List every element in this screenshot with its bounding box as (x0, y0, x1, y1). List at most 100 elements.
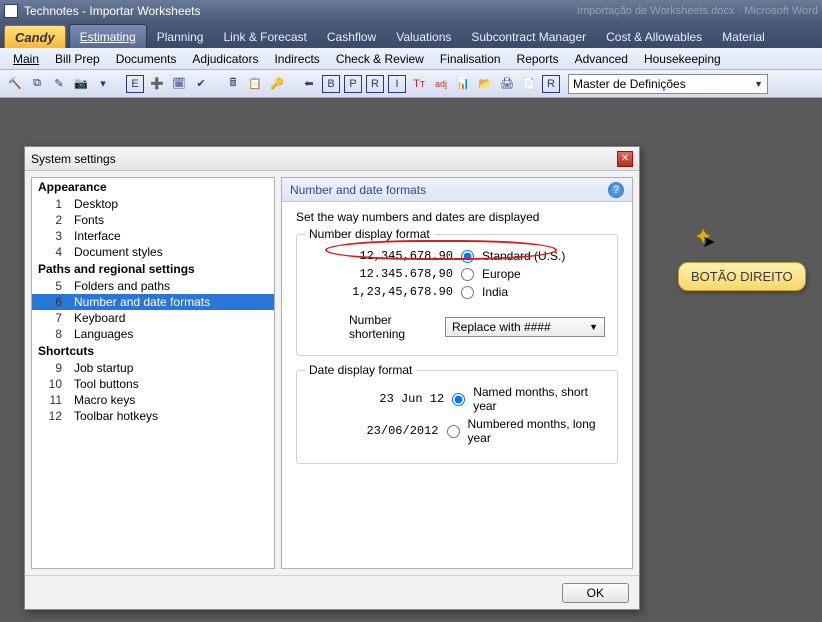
option-standard-us[interactable]: 12,345,678.90 Standard (U.S.) (309, 249, 605, 263)
date-format-label: Date display format (305, 363, 416, 377)
menu-check-review[interactable]: Check & Review (329, 50, 431, 68)
tree-item-interface[interactable]: 3Interface (32, 228, 274, 244)
tool-e-icon[interactable]: E (126, 75, 144, 93)
tree-item-desktop[interactable]: 1Desktop (32, 196, 274, 212)
content-heading-bar: Number and date formats ? (282, 178, 632, 202)
tool-calendar-icon[interactable]: 🗓 (170, 75, 188, 93)
tool-r2-icon[interactable]: R (542, 75, 560, 93)
tool-pencil-icon[interactable]: ✎ (50, 75, 68, 93)
tree-item-languages[interactable]: 8Languages (32, 326, 274, 342)
settings-tree: Appearance 1Desktop 2Fonts 3Interface 4D… (31, 177, 275, 569)
tree-item-tool-buttons[interactable]: 10Tool buttons (32, 376, 274, 392)
tool-folder-icon[interactable]: 📂 (476, 75, 494, 93)
tool-check-icon[interactable]: ✔ (192, 75, 210, 93)
tab-valuations[interactable]: Valuations (386, 25, 461, 48)
system-settings-dialog: System settings ✕ Appearance 1Desktop 2F… (24, 146, 640, 610)
tool-tt-icon[interactable]: Tᴛ (410, 75, 428, 93)
tab-link-forecast[interactable]: Link & Forecast (213, 25, 316, 48)
tab-estimating[interactable]: Estimating (69, 24, 147, 48)
combo-value: Master de Definições (573, 77, 686, 91)
tab-planning[interactable]: Planning (147, 25, 214, 48)
tool-i-icon[interactable]: I (388, 75, 406, 93)
menu-advanced[interactable]: Advanced (568, 50, 635, 68)
tool-calc-icon[interactable]: 🖩 (224, 75, 242, 93)
tree-item-fonts[interactable]: 2Fonts (32, 212, 274, 228)
number-format-label: Number display format (305, 227, 434, 241)
tool-p-icon[interactable]: P (344, 75, 362, 93)
menu-bill-prep[interactable]: Bill Prep (48, 50, 107, 68)
menu-finalisation[interactable]: Finalisation (433, 50, 508, 68)
content-description: Set the way numbers and dates are displa… (296, 210, 618, 224)
tab-cost-allowables[interactable]: Cost & Allowables (596, 25, 712, 48)
tab-cashflow[interactable]: Cashflow (317, 25, 386, 48)
radio-india[interactable] (461, 286, 474, 299)
menu-bar: Main Bill Prep Documents Adjudicators In… (0, 48, 822, 70)
tool-key-icon[interactable]: 🔑 (268, 75, 286, 93)
content-heading: Number and date formats (290, 183, 426, 197)
option-numbered-months[interactable]: 23/06/2012 Numbered months, long year (309, 417, 605, 445)
menu-indirects[interactable]: Indirects (267, 50, 326, 68)
tree-item-number-date-formats[interactable]: 6Number and date formats (32, 294, 274, 310)
menu-main[interactable]: Main (6, 50, 46, 68)
option-india[interactable]: 1,23,45,678.90 India (309, 285, 605, 299)
tool-r-icon[interactable]: R (366, 75, 384, 93)
date-format-group: Date display format 23 Jun 12 Named mont… (296, 370, 618, 464)
tool-chart-icon[interactable]: 📊 (454, 75, 472, 93)
tool-copy2-icon[interactable]: 📋 (246, 75, 264, 93)
option-named-months[interactable]: 23 Jun 12 Named months, short year (309, 385, 605, 413)
tool-print-icon[interactable]: 🖨 (498, 75, 516, 93)
tree-item-document-styles[interactable]: 4Document styles (32, 244, 274, 260)
annotation-balloon: BOTÃO DIREITO (678, 262, 806, 291)
tree-item-keyboard[interactable]: 7Keyboard (32, 310, 274, 326)
tab-subcontract-manager[interactable]: Subcontract Manager (461, 25, 596, 48)
tree-item-macro-keys[interactable]: 11Macro keys (32, 392, 274, 408)
tool-copy-icon[interactable]: ⧉ (28, 75, 46, 93)
master-definitions-combo[interactable]: Master de Definições ▼ (568, 74, 768, 94)
workspace: System settings ✕ Appearance 1Desktop 2F… (0, 98, 822, 622)
tree-item-job-startup[interactable]: 9Job startup (32, 360, 274, 376)
tree-heading-paths: Paths and regional settings (32, 260, 274, 278)
tab-material[interactable]: Material (712, 25, 775, 48)
tool-back-icon[interactable]: ⬅ (300, 75, 318, 93)
title-bar: Technotes - Importar Worksheets Importaç… (0, 0, 822, 22)
ok-button[interactable]: OK (562, 583, 629, 603)
tool-b-icon[interactable]: B (322, 75, 340, 93)
menu-documents[interactable]: Documents (109, 50, 184, 68)
dialog-title: System settings (31, 152, 617, 166)
menu-reports[interactable]: Reports (510, 50, 566, 68)
radio-europe[interactable] (461, 268, 474, 281)
dialog-title-bar: System settings ✕ (25, 147, 639, 171)
radio-standard-us[interactable] (461, 250, 474, 263)
window-title: Technotes - Importar Worksheets (24, 4, 201, 18)
brand-tab[interactable]: Candy (4, 25, 66, 48)
tool-adj-icon[interactable]: adj (432, 75, 450, 93)
dialog-footer: OK (25, 575, 639, 609)
chevron-down-icon: ▼ (589, 322, 598, 332)
background-app-hint: Importação de Worksheets.docx · Microsof… (577, 5, 818, 17)
tool-plus-icon[interactable]: ➕ (148, 75, 166, 93)
shortening-label: Number shortening (349, 313, 435, 341)
app-icon (4, 4, 18, 18)
menu-adjudicators[interactable]: Adjudicators (185, 50, 265, 68)
settings-content: Number and date formats ? Set the way nu… (281, 177, 633, 569)
number-shortening-select[interactable]: Replace with #### ▼ (445, 317, 605, 337)
help-icon[interactable]: ? (608, 182, 624, 198)
tool-dropdown-icon[interactable]: ▾ (94, 75, 112, 93)
tool-hammer-icon[interactable]: 🔨 (6, 75, 24, 93)
module-tab-row: Candy Estimating Planning Link & Forecas… (0, 22, 822, 48)
menu-housekeeping[interactable]: Housekeeping (637, 50, 728, 68)
toolbar: 🔨 ⧉ ✎ 📷 ▾ E ➕ 🗓 ✔ 🖩 📋 🔑 ⬅ B P R I Tᴛ adj… (0, 70, 822, 98)
tree-heading-shortcuts: Shortcuts (32, 342, 274, 360)
cursor-arrow-icon: ➤ (702, 232, 715, 252)
close-button[interactable]: ✕ (617, 151, 633, 167)
tool-page-icon[interactable]: 📄 (520, 75, 538, 93)
click-burst-icon: ✦ (694, 224, 712, 250)
tree-item-toolbar-hotkeys[interactable]: 12Toolbar hotkeys (32, 408, 274, 424)
radio-named-months[interactable] (452, 393, 465, 406)
radio-numbered-months[interactable] (447, 425, 460, 438)
tree-item-folders[interactable]: 5Folders and paths (32, 278, 274, 294)
tool-camera-icon[interactable]: 📷 (72, 75, 90, 93)
chevron-down-icon: ▼ (754, 79, 763, 89)
tree-heading-appearance: Appearance (32, 178, 274, 196)
option-europe[interactable]: 12.345.678,90 Europe (309, 267, 605, 281)
